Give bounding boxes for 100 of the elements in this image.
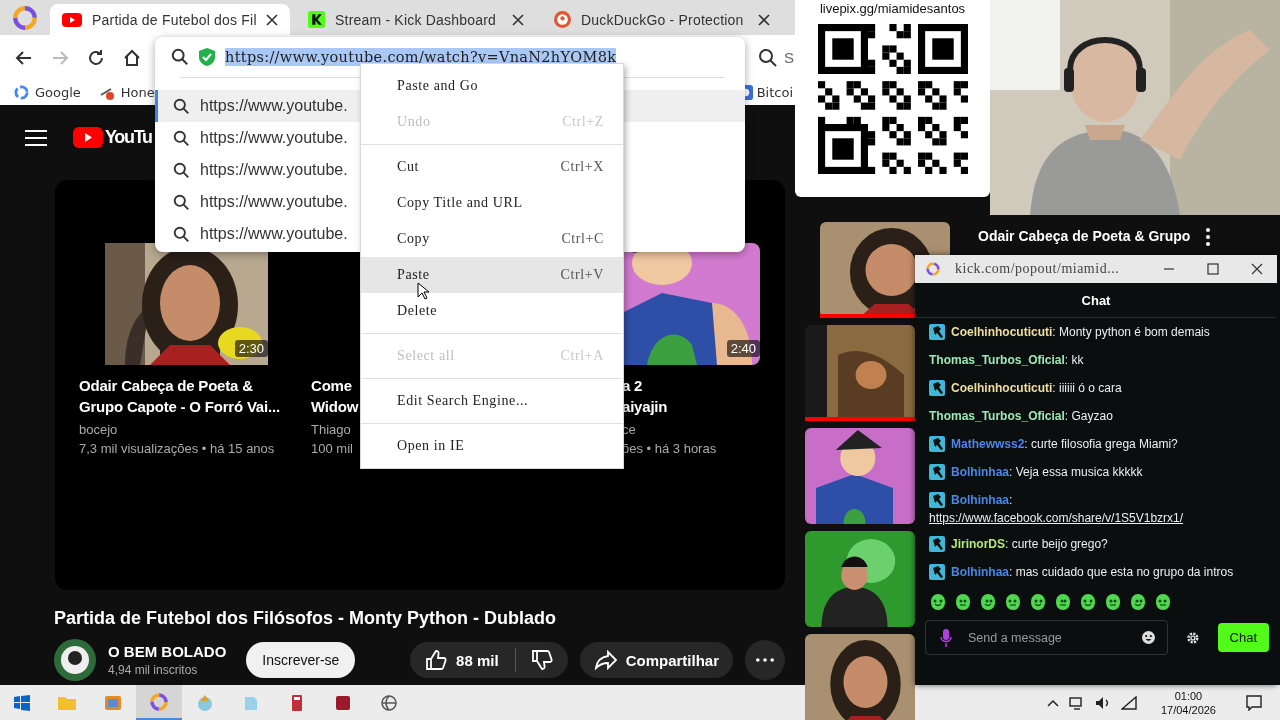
- menu-item[interactable]: Edit Search Engine...: [361, 383, 623, 419]
- suggestion-item[interactable]: https://www.youtube.: [155, 154, 360, 186]
- subscribe-button[interactable]: Inscrever-se: [246, 642, 356, 678]
- emote-icon[interactable]: [1104, 593, 1122, 611]
- menu-icon[interactable]: [25, 128, 47, 147]
- video-title[interactable]: Grupo Capote - O Forró Vai...: [79, 396, 280, 417]
- chat-message: Mathewwss2: curte filosofia grega Miami?: [951, 436, 1178, 453]
- message-field[interactable]: Send a message: [925, 620, 1168, 655]
- chat-message: Coelhinhocuticuti: iiiiii ó o cara: [951, 380, 1122, 397]
- url-field[interactable]: https://www.youtube.com/watch?v=VnaN2hYOM8k: [225, 48, 617, 66]
- more-icon[interactable]: [1206, 228, 1211, 246]
- qr-caption: livepix.gg/miamidesantos: [819, 1, 966, 16]
- close-icon[interactable]: [512, 13, 524, 26]
- chat-message: Bolhinhaa: Veja essa musica kkkkk: [951, 464, 1143, 481]
- cursor-icon: [417, 282, 429, 300]
- menu-item[interactable]: Open in IE: [361, 428, 623, 464]
- youtube-logo[interactable]: YouTu: [73, 127, 152, 148]
- emote-icon[interactable]: [1004, 593, 1022, 611]
- more-button[interactable]: [745, 640, 785, 680]
- channel-name: bocejo: [79, 421, 118, 439]
- maximize-icon[interactable]: [1207, 263, 1219, 275]
- browser-tab[interactable]: Stream - Kick Dashboard: [296, 4, 536, 35]
- window-title: kick.com/popout/miamid...: [955, 261, 1121, 277]
- chat-message: Thomas_Turbos_Oficial: Gayzao: [929, 408, 1113, 425]
- video-title[interactable]: aiyajin: [622, 396, 668, 417]
- suggestion-item[interactable]: https://www.youtube.: [155, 122, 360, 154]
- volume-icon[interactable]: [1094, 695, 1111, 710]
- close-icon[interactable]: [758, 13, 770, 26]
- settings-icon[interactable]: [1185, 630, 1200, 645]
- chat-message: Thomas_Turbos_Oficial: kk: [929, 352, 1084, 369]
- browser-logo-icon[interactable]: [12, 4, 38, 31]
- emote-icon[interactable]: [1079, 593, 1097, 611]
- video-play-icon: [62, 12, 82, 27]
- duration-label: 2:40: [726, 340, 760, 357]
- wifi-icon[interactable]: [1120, 695, 1137, 710]
- duck-icon: [554, 11, 571, 28]
- chat-header: Chat: [1081, 292, 1111, 308]
- ring-icon: [14, 85, 29, 100]
- bookmark[interactable]: Hone: [98, 84, 155, 101]
- video-title[interactable]: Widow: [311, 396, 359, 417]
- chat-message: Bolhinhaa: mas cuidado que esta no grupo da intros: [951, 564, 1234, 581]
- menu-item[interactable]: Copy Title and URL: [361, 185, 623, 221]
- channel-name: Thiago: [311, 421, 351, 439]
- chat-send-button[interactable]: Chat: [1217, 623, 1269, 652]
- taskbar-button[interactable]: [136, 685, 182, 720]
- suggestion-item[interactable]: https://www.youtube.: [155, 186, 360, 218]
- search-icon: [173, 225, 190, 243]
- chat-message: JirinorDS: curte beijo grego?: [951, 536, 1108, 553]
- network-icon[interactable]: [1068, 695, 1085, 710]
- emote-icon[interactable]: [1029, 593, 1047, 611]
- emote-icon[interactable]: [979, 593, 997, 611]
- windows-start-icon[interactable]: [14, 694, 30, 711]
- search-text: S: [784, 49, 794, 66]
- close-icon[interactable]: [1251, 263, 1263, 275]
- globe-app-icon: [379, 692, 399, 713]
- menu-item[interactable]: Delete: [361, 293, 623, 329]
- chat-link[interactable]: https://www.facebook.com/share/v/1S5V1bzrx1/: [929, 509, 1184, 527]
- message-input[interactable]: Send a message: [966, 629, 1128, 646]
- suggestion-item[interactable]: https://www.youtube.: [155, 218, 360, 250]
- chevron-up-icon[interactable]: [1046, 698, 1059, 707]
- emote-icon[interactable]: [1154, 593, 1172, 611]
- share-button[interactable]: Compartilhar: [579, 642, 733, 678]
- browser-logo-icon: [925, 261, 941, 277]
- menu-item[interactable]: Cut Ctrl+X: [361, 149, 623, 185]
- emote-icon[interactable]: [954, 593, 972, 611]
- video-meta: 7,3 mil visualizações • há 15 anos: [79, 440, 275, 458]
- like-button[interactable]: 88 mil: [410, 648, 516, 672]
- search-icon: [173, 97, 190, 115]
- more-icon: [756, 658, 774, 662]
- shield-icon[interactable]: [199, 48, 215, 66]
- clock[interactable]: 01:00 17/04/2026: [1160, 688, 1216, 717]
- close-icon[interactable]: [266, 13, 278, 26]
- search-icon: [171, 48, 189, 66]
- menu-item[interactable]: Paste Ctrl+V: [361, 257, 623, 293]
- emoji-icon[interactable]: [1141, 631, 1155, 644]
- video-title[interactable]: Odair Cabeça de Poeta & Grupo: [978, 226, 1191, 247]
- menu-item[interactable]: Copy Ctrl+C: [361, 221, 623, 257]
- browser-tab[interactable]: Partida de Futebol dos Fil: [50, 4, 290, 35]
- channel-avatar[interactable]: [54, 639, 96, 681]
- bookmark[interactable]: Google: [14, 85, 81, 100]
- microphone-icon[interactable]: [940, 628, 952, 647]
- letter-k-icon: [308, 11, 325, 28]
- video-title[interactable]: Come: [311, 375, 352, 396]
- subscriber-count: 4,94 mil inscritos: [108, 663, 199, 677]
- browser-tab[interactable]: DuckDuckGo - Protection: [542, 4, 782, 35]
- dislike-icon[interactable]: [529, 648, 554, 672]
- home-icon[interactable]: [122, 47, 142, 68]
- emote-icon[interactable]: [1129, 593, 1147, 611]
- video-title[interactable]: Odair Cabeça de Poeta &: [79, 375, 253, 396]
- video-title: Partida de Futebol dos Filósofos - Monty Python - Dublado: [54, 607, 557, 629]
- emote-icon[interactable]: [1054, 593, 1072, 611]
- reload-icon[interactable]: [86, 47, 106, 68]
- emote-icon[interactable]: [929, 593, 947, 611]
- menu-item[interactable]: Paste and Go: [361, 68, 623, 104]
- browser-app-icon: [149, 691, 169, 712]
- search-icon[interactable]: [758, 47, 778, 68]
- share-arrow-icon: [593, 648, 618, 672]
- thumbs-up-icon: [424, 648, 449, 672]
- notification-icon[interactable]: [1246, 694, 1262, 711]
- channel-name[interactable]: O BEM BOLADO: [108, 643, 227, 660]
